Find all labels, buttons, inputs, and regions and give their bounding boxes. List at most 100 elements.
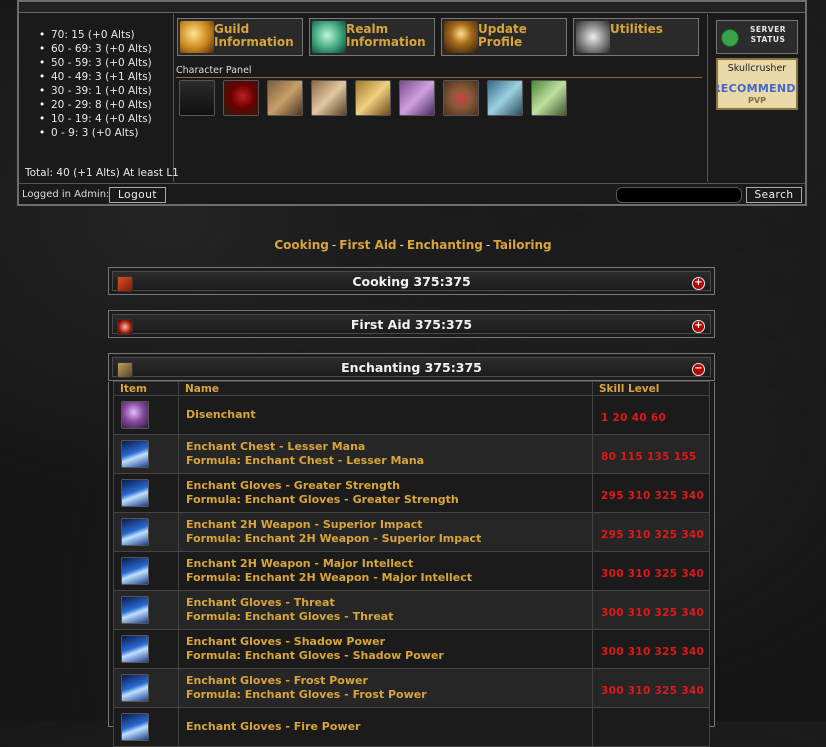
server-status-label: SERVER STATUS: [749, 25, 786, 44]
item-cell: [113, 434, 179, 474]
collapse-icon[interactable]: −: [692, 363, 705, 376]
recipe-name[interactable]: Enchant Gloves - Threat: [179, 596, 592, 610]
recipe-name[interactable]: Disenchant: [179, 408, 592, 422]
item-cell: [113, 551, 179, 591]
level-distribution-list: 70: 15 (+0 Alts) 60 - 69: 3 (+0 Alts) 50…: [21, 14, 173, 140]
server-status-button[interactable]: SERVER STATUS: [716, 20, 798, 54]
skill-cell: 295 310 325 340: [592, 512, 710, 552]
recipe-name[interactable]: Enchant Gloves - Fire Power: [179, 720, 592, 734]
column-header-item[interactable]: Item: [113, 381, 179, 396]
level-row: 60 - 69: 3 (+0 Alts): [39, 42, 173, 56]
bank-icon[interactable]: [487, 80, 523, 116]
character-panel-label: Character Panel: [176, 65, 252, 76]
name-cell: Disenchant: [178, 395, 593, 435]
guild-icon: [180, 21, 214, 53]
skill-cell: [592, 707, 710, 747]
honor-icon[interactable]: [443, 80, 479, 116]
character-icon[interactable]: [179, 80, 215, 116]
enchanting-panel-header[interactable]: Enchanting 375:375 −: [108, 353, 715, 381]
divider: [176, 77, 702, 78]
item-cell: [113, 590, 179, 630]
realm-information-button[interactable]: Realm Information: [309, 18, 435, 56]
utilities-button[interactable]: Utilities: [573, 18, 699, 56]
level-row: 70: 15 (+0 Alts): [39, 28, 173, 42]
admin-bar: Logged in Admin: Logout Search: [19, 183, 805, 205]
search-input[interactable]: [616, 187, 742, 203]
guild-information-button[interactable]: Guild Information: [177, 18, 303, 56]
reputation-icon[interactable]: [267, 80, 303, 116]
recipe-name[interactable]: Enchant Gloves - Shadow Power: [179, 635, 592, 649]
scroll-icon[interactable]: [121, 596, 149, 624]
link-enchanting[interactable]: Enchanting: [407, 238, 483, 252]
expand-icon[interactable]: +: [692, 320, 705, 333]
scroll-icon[interactable]: [121, 635, 149, 663]
quests-icon[interactable]: [531, 80, 567, 116]
nav-label: Guild Information: [214, 22, 294, 49]
realm-stats: 70: 15 (+0 Alts) 60 - 69: 3 (+0 Alts) 50…: [21, 14, 179, 182]
recipe-name[interactable]: Enchant Gloves - Greater Strength: [179, 479, 592, 493]
skills-icon[interactable]: [311, 80, 347, 116]
scroll-icon[interactable]: [121, 440, 149, 468]
skill-cell: 295 310 325 340: [592, 473, 710, 513]
name-cell: Enchant Gloves - Fire Power: [178, 707, 593, 747]
level-row: 0 - 9: 3 (+0 Alts): [39, 126, 173, 140]
table-row: Enchant Gloves - Shadow Power Formula: En…: [113, 629, 710, 669]
level-row: 50 - 59: 3 (+0 Alts): [39, 56, 173, 70]
top-divider: [19, 2, 805, 13]
total-count: Total: 40 (+1 Alts) At least L1: [25, 167, 179, 179]
update-profile-button[interactable]: Update Profile: [441, 18, 567, 56]
recipe-formula: Formula: Enchant 2H Weapon - Superior Im…: [186, 532, 482, 545]
recipe-name[interactable]: Enchant Chest - Lesser Mana: [179, 440, 592, 454]
name-cell: Enchant Chest - Lesser Mana Formula: Ench…: [178, 434, 593, 474]
recipe-table: Item Name Skill Level Disenchant 1 20 40…: [113, 381, 710, 747]
skill-cell: 80 115 135 155: [592, 434, 710, 474]
scroll-icon[interactable]: [121, 557, 149, 585]
logout-button[interactable]: Logout: [109, 187, 166, 203]
skill-level: 300 310 325 340: [601, 684, 705, 697]
link-first-aid[interactable]: First Aid: [339, 238, 396, 252]
scroll-icon[interactable]: [121, 674, 149, 702]
skill-cell: 300 310 325 340: [592, 590, 710, 630]
pets-icon[interactable]: [399, 80, 435, 116]
professions-icon[interactable]: [355, 80, 391, 116]
table-row: Enchant Gloves - Threat Formula: Enchant …: [113, 590, 710, 630]
table-row: Enchant Gloves - Frost Power Formula: Enc…: [113, 668, 710, 708]
nav-label: Update Profile: [478, 22, 527, 49]
skill-level: 300 310 325 340: [601, 606, 705, 619]
admin-label: Logged in Admin:: [22, 189, 110, 200]
level-row: 10 - 19: 4 (+0 Alts): [39, 112, 173, 126]
recipe-name[interactable]: Enchant 2H Weapon - Superior Impact: [179, 518, 592, 532]
name-cell: Enchant 2H Weapon - Superior Impact Formu…: [178, 512, 593, 552]
profession-links: Cooking - First Aid - Enchanting - Tailoring: [0, 238, 826, 252]
name-cell: Enchant Gloves - Threat Formula: Enchant …: [178, 590, 593, 630]
link-tailoring[interactable]: Tailoring: [493, 238, 551, 252]
realm-promo-banner[interactable]: Skullcrusher RECOMMENDED PVP: [716, 58, 798, 110]
skill-level: 300 310 325 340: [601, 645, 705, 658]
scroll-icon[interactable]: [121, 479, 149, 507]
expand-icon[interactable]: +: [692, 277, 705, 290]
item-cell: [113, 629, 179, 669]
nav-label: Realm Information: [346, 22, 426, 49]
promo-realm-name: Skullcrusher: [727, 63, 787, 74]
panel-title: Enchanting 375:375: [341, 360, 482, 375]
column-header-name[interactable]: Name: [178, 381, 593, 396]
scroll-icon[interactable]: [121, 713, 149, 741]
table-row: Enchant Gloves - Fire Power: [113, 707, 710, 747]
disenchant-icon[interactable]: [121, 401, 149, 429]
table-row: Enchant 2H Weapon - Major Intellect Formu…: [113, 551, 710, 591]
column-header-skill[interactable]: Skill Level: [592, 381, 710, 396]
scroll-icon[interactable]: [121, 518, 149, 546]
panel-header-inner: Enchanting 375:375 −: [112, 357, 711, 378]
talents-icon[interactable]: [223, 80, 259, 116]
link-cooking[interactable]: Cooking: [274, 238, 329, 252]
recipe-name[interactable]: Enchant Gloves - Frost Power: [179, 674, 592, 688]
panel-title: Cooking 375:375: [352, 274, 471, 289]
name-cell: Enchant Gloves - Greater Strength Formula…: [178, 473, 593, 513]
first-aid-panel-header[interactable]: First Aid 375:375 +: [108, 310, 715, 338]
name-cell: Enchant 2H Weapon - Major Intellect Formu…: [178, 551, 593, 591]
recipe-name[interactable]: Enchant 2H Weapon - Major Intellect: [179, 557, 592, 571]
skill-cell: 300 310 325 340: [592, 629, 710, 669]
table-row: Enchant 2H Weapon - Superior Impact Formu…: [113, 512, 710, 552]
search-button[interactable]: Search: [746, 187, 802, 203]
cooking-panel-header[interactable]: Cooking 375:375 +: [108, 267, 715, 295]
